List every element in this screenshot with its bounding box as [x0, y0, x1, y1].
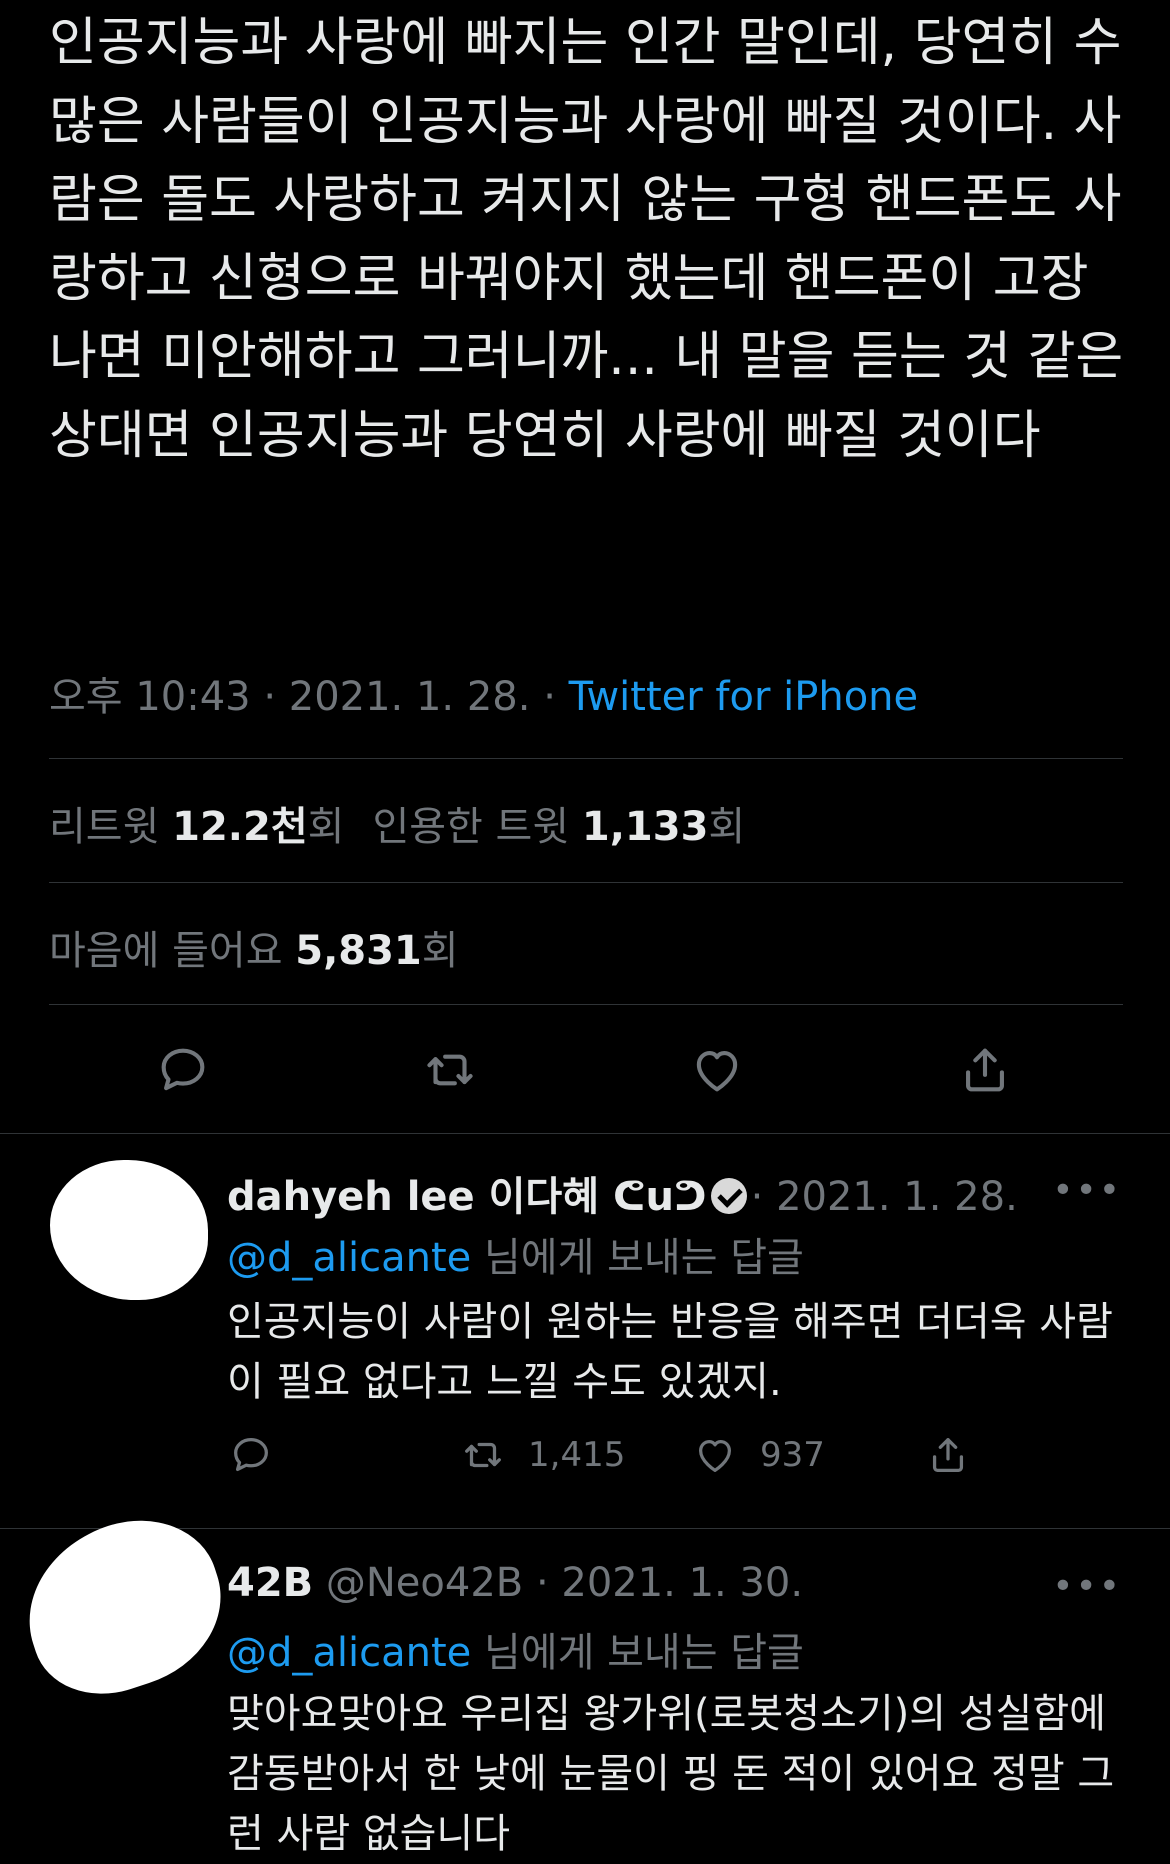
- retweets-count: 12.2천: [172, 804, 308, 850]
- reply-author-name[interactable]: dahyeh lee 이다혜 ᕦuᕤ: [227, 1174, 707, 1220]
- reply-button[interactable]: [148, 1035, 218, 1105]
- reply-text: 맞아요맞아요 우리집 왕가위(로봇청소기)의 성실함에 감동받아서 한 낮에 눈…: [227, 1691, 1115, 1857]
- more-options-icon[interactable]: •••: [1052, 1566, 1122, 1607]
- reply-to-line: @d_alicante 님에게 보내는 답글: [227, 1620, 804, 1678]
- reply-mention[interactable]: @d_alicante: [227, 1235, 471, 1281]
- verified-badge-icon: [710, 1178, 747, 1214]
- reply-icon: [234, 1438, 268, 1472]
- quotes-label: 인용한 트윗: [372, 804, 570, 850]
- reply-date[interactable]: · 2021. 1. 28.: [751, 1174, 1018, 1220]
- reply-to-suffix: 님에게 보내는 답글: [471, 1630, 804, 1676]
- avatar[interactable]: [5, 1498, 243, 1714]
- reply-button[interactable]: [228, 1432, 296, 1478]
- like-icon: [698, 1439, 732, 1472]
- like-count: 937: [760, 1435, 825, 1475]
- tweet-source[interactable]: Twitter for iPhone: [569, 674, 919, 720]
- reply-date[interactable]: · 2021. 1. 30.: [536, 1560, 803, 1606]
- quotes-stat[interactable]: 인용한 트윗 1,133회: [372, 804, 745, 850]
- tweet-time: 오후 10:43: [49, 674, 251, 720]
- meta-separator: ·: [263, 674, 277, 720]
- share-icon: [932, 1438, 964, 1472]
- reply-text: 인공지능이 사람이 원하는 반응을 해주면 더더욱 사람이 필요 없다고 느낄 …: [227, 1299, 1113, 1405]
- retweet-icon: [465, 1442, 501, 1468]
- share-button[interactable]: [950, 1035, 1020, 1105]
- more-options-icon[interactable]: •••: [1052, 1170, 1122, 1211]
- like-icon: [696, 1051, 738, 1092]
- reply-icon: [161, 1048, 205, 1091]
- stats-retweets-quotes: 리트윗 12.2천회 인용한 트윗 1,133회: [49, 794, 745, 852]
- quotes-count: 1,133: [581, 804, 709, 850]
- share-icon: [966, 1048, 1004, 1092]
- avatar[interactable]: [50, 1160, 208, 1300]
- divider: [49, 882, 1123, 883]
- divider: [0, 1133, 1170, 1134]
- tweet-date[interactable]: 2021. 1. 28.: [289, 674, 531, 720]
- share-button[interactable]: [925, 1432, 993, 1478]
- reply-to-suffix: 님에게 보내는 답글: [471, 1235, 804, 1281]
- tweet-meta: 오후 10:43 · 2021. 1. 28. · Twitter for iP…: [49, 664, 918, 722]
- reply-author-name[interactable]: 42B: [227, 1560, 313, 1606]
- divider: [49, 1004, 1123, 1005]
- reply-author-handle[interactable]: @Neo42B: [326, 1560, 523, 1606]
- reply-header: dahyeh lee 이다혜 ᕦuᕤ · 2021. 1. 28.: [227, 1164, 1018, 1222]
- reply-mention[interactable]: @d_alicante: [227, 1630, 471, 1676]
- retweets-unit: 회: [307, 804, 345, 850]
- likes-stat[interactable]: 마음에 들어요 5,831회: [49, 918, 459, 976]
- retweet-button[interactable]: 1,415: [460, 1432, 625, 1478]
- like-button[interactable]: [682, 1035, 752, 1105]
- retweet-icon: [427, 1054, 473, 1086]
- like-button[interactable]: 937: [692, 1432, 825, 1478]
- tweet-text: 인공지능과 사랑에 빠지는 인간 말인데, 당연히 수많은 사람들이 인공지능과…: [49, 13, 1124, 466]
- retweets-stat[interactable]: 리트윗 12.2천회: [49, 804, 344, 850]
- reply-action-bar: 1,415 937: [0, 1432, 1170, 1492]
- reply-to-line: @d_alicante 님에게 보내는 답글: [227, 1225, 804, 1283]
- meta-separator: ·: [543, 674, 556, 720]
- likes-count: 5,831: [295, 928, 422, 974]
- retweet-button[interactable]: [415, 1035, 485, 1105]
- quotes-unit: 회: [708, 804, 746, 850]
- retweets-label: 리트윗: [49, 804, 160, 850]
- retweet-count: 1,415: [528, 1435, 626, 1475]
- likes-label: 마음에 들어요: [49, 928, 283, 974]
- divider: [49, 758, 1123, 759]
- likes-unit: 회: [421, 928, 459, 974]
- reply-header: 42B @Neo42B · 2021. 1. 30.: [227, 1560, 803, 1606]
